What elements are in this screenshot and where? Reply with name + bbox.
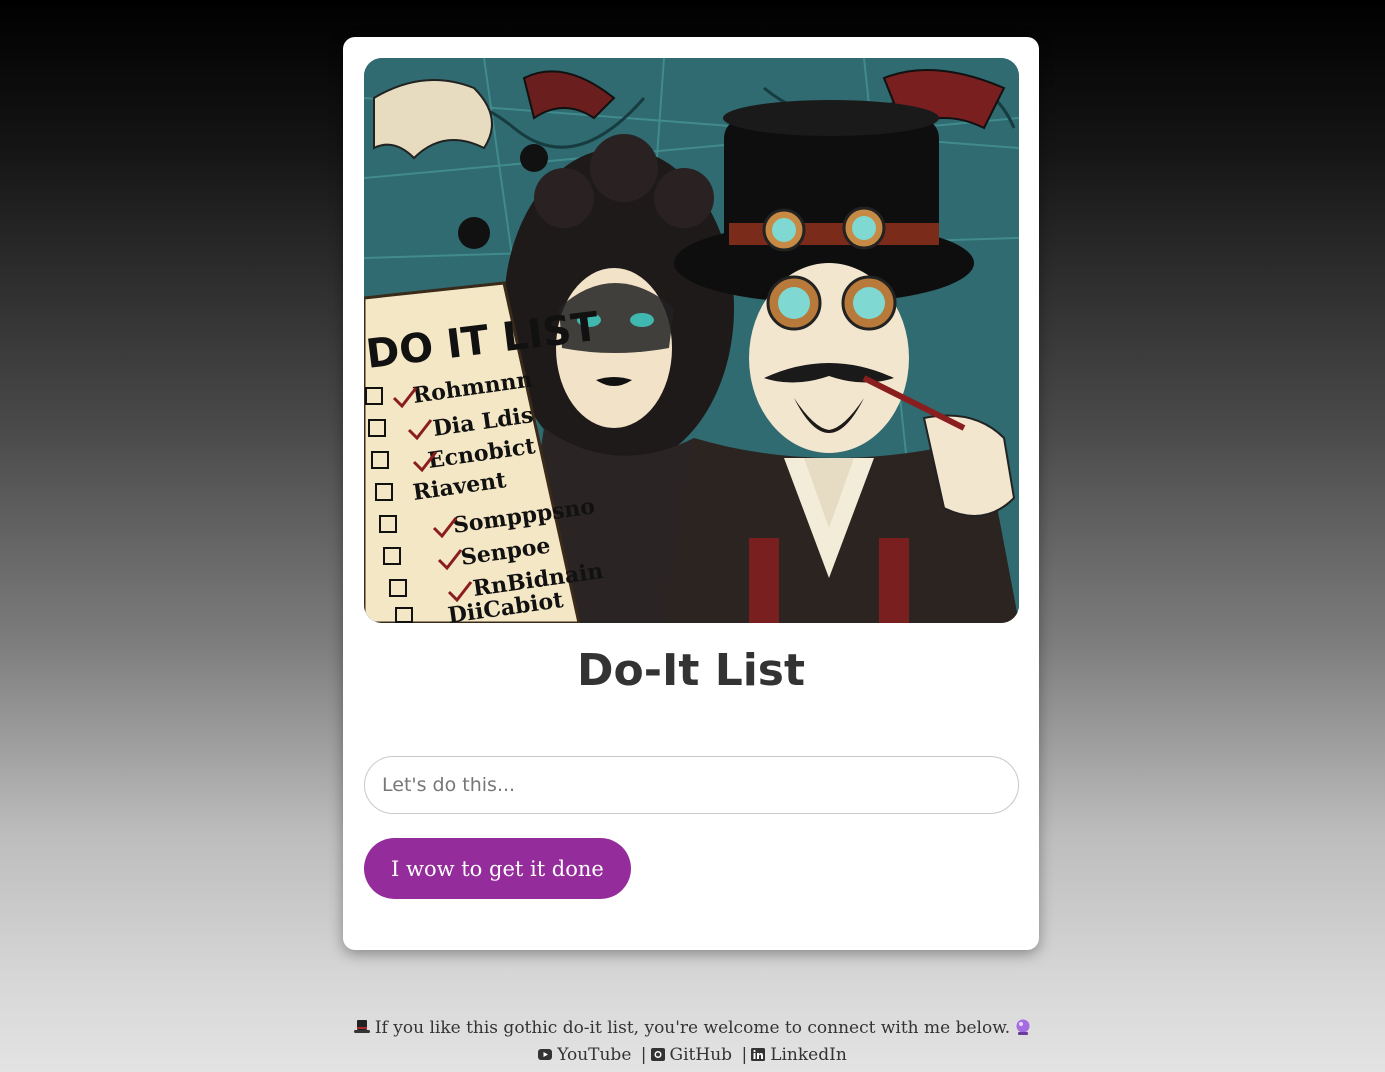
github-link-label: GitHub (669, 1045, 733, 1065)
todo-card: DO IT LIST Rohmnnn Dia Ldis Ecnobict Ria… (343, 37, 1039, 950)
link-separator: | (640, 1045, 647, 1065)
footer-message-line: If you like this gothic do-it list, you'… (0, 1015, 1385, 1042)
linkedin-link-label: LinkedIn (770, 1045, 847, 1065)
youtube-icon (538, 1049, 553, 1060)
todo-input[interactable] (364, 756, 1019, 814)
hero-illustration: DO IT LIST Rohmnnn Dia Ldis Ecnobict Ria… (364, 58, 1019, 623)
github-link[interactable]: GitHub (650, 1045, 733, 1065)
youtube-link-label: YouTube (557, 1045, 632, 1065)
footer-links: YouTube | GitHub | LinkedIn (0, 1042, 1385, 1069)
crystal-ball-icon (1016, 1019, 1030, 1035)
top-hat-icon (353, 1020, 370, 1033)
youtube-link[interactable]: YouTube (538, 1045, 631, 1065)
gothic-illustration: DO IT LIST Rohmnnn Dia Ldis Ecnobict Ria… (364, 58, 1019, 623)
github-icon (650, 1048, 665, 1061)
linkedin-link[interactable]: LinkedIn (751, 1045, 847, 1065)
linkedin-icon (751, 1048, 766, 1061)
add-task-button[interactable]: I wow to get it done (364, 838, 631, 899)
link-separator: | (741, 1045, 748, 1065)
footer: If you like this gothic do-it list, you'… (0, 1015, 1385, 1069)
page-title: Do-It List (576, 645, 806, 696)
footer-message: If you like this gothic do-it list, you'… (374, 1018, 1011, 1038)
